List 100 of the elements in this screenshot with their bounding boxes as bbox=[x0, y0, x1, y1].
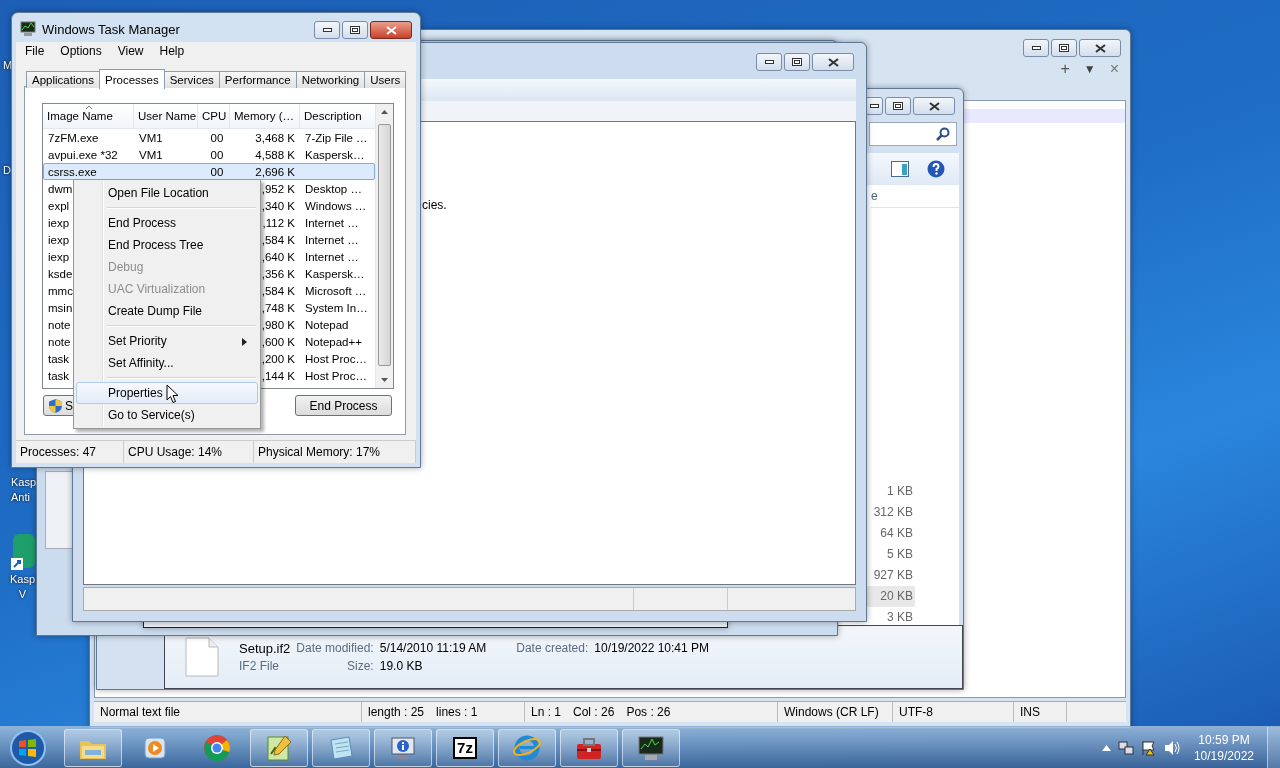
maximize-button[interactable] bbox=[885, 97, 911, 115]
menu-item[interactable]: Go to Service(s) bbox=[76, 404, 258, 426]
tab[interactable]: Applications bbox=[26, 71, 100, 88]
minimize-button[interactable] bbox=[1023, 39, 1049, 57]
field-value: 19.0 KB bbox=[379, 659, 424, 673]
scroll-up-icon[interactable] bbox=[381, 110, 388, 114]
menu-item[interactable]: Open File Location bbox=[76, 182, 258, 204]
clock[interactable]: 10:59 PM 10/19/2022 bbox=[1193, 731, 1254, 764]
status-text: INS bbox=[1020, 705, 1040, 719]
close-button[interactable] bbox=[370, 21, 412, 39]
column-header[interactable]: Image Name bbox=[43, 104, 134, 128]
status-text: Normal text file bbox=[100, 705, 181, 719]
column-header[interactable]: e bbox=[871, 189, 878, 203]
menu-item[interactable]: End Process Tree bbox=[76, 234, 258, 256]
file-icon bbox=[185, 637, 219, 677]
column-header[interactable]: Memory (… bbox=[230, 104, 300, 128]
show-hidden-icons-icon[interactable] bbox=[1101, 744, 1111, 751]
desktop-icon-label[interactable]: D bbox=[3, 163, 11, 178]
close-button[interactable] bbox=[812, 53, 854, 71]
table-cell: ,600 K bbox=[261, 335, 295, 348]
menu-item[interactable]: Help bbox=[150, 42, 192, 61]
menu-item[interactable]: File bbox=[16, 42, 52, 61]
close-button[interactable] bbox=[1079, 39, 1121, 57]
process-row[interactable]: avpui.exe *32 VM1 00 4,588 K Kaspersk… bbox=[43, 146, 375, 163]
desktop-icon-label[interactable]: V bbox=[18, 587, 27, 602]
preview-pane-icon[interactable] bbox=[891, 161, 909, 177]
field-value: 10/19/2022 10:41 PM bbox=[594, 641, 710, 655]
add-tab-button[interactable]: + bbox=[1057, 60, 1073, 78]
status-text: CPU Usage: 14% bbox=[124, 441, 254, 463]
close-icon bbox=[827, 57, 839, 67]
table-cell: ,584 K bbox=[261, 284, 295, 297]
desktop-icon-label[interactable]: Kasp bbox=[10, 572, 36, 587]
shield-icon bbox=[48, 397, 63, 414]
column-header[interactable]: CPU bbox=[198, 104, 230, 128]
maximize-button[interactable] bbox=[784, 53, 810, 71]
taskbar-button[interactable]: 7z bbox=[436, 728, 494, 767]
speaker-icon[interactable] bbox=[1163, 739, 1181, 756]
menu-item[interactable]: Options bbox=[51, 42, 109, 61]
status-text: Windows (CR LF) bbox=[784, 705, 879, 719]
file-size: 5 KB bbox=[886, 546, 914, 563]
table-cell: 3,468 K bbox=[255, 131, 295, 144]
table-cell: VM1 bbox=[139, 131, 163, 144]
close-button[interactable] bbox=[913, 97, 955, 115]
field-label: Date created: bbox=[515, 641, 589, 655]
minimize-button[interactable] bbox=[314, 21, 340, 39]
table-cell: Notepad++ bbox=[305, 335, 362, 348]
tab[interactable]: Users bbox=[364, 71, 407, 88]
network-icon[interactable] bbox=[1117, 739, 1134, 756]
table-cell: Host Proc… bbox=[305, 369, 367, 382]
table-cell: Windows … bbox=[305, 199, 367, 212]
submenu-arrow-icon bbox=[242, 338, 247, 346]
app-shortcut-icon[interactable] bbox=[10, 532, 35, 572]
column-header[interactable]: User Name bbox=[134, 104, 198, 128]
process-row[interactable]: 7zFM.exe VM1 00 3,468 K 7-Zip File … bbox=[43, 129, 375, 146]
desktop-icon-label[interactable]: M bbox=[3, 58, 13, 73]
tab[interactable]: Networking bbox=[295, 71, 366, 88]
table-cell: Internet … bbox=[305, 250, 359, 263]
minimize-icon bbox=[1031, 46, 1041, 50]
table-cell: 2,696 K bbox=[255, 165, 295, 178]
tab[interactable]: Performance bbox=[218, 71, 297, 88]
scroll-down-icon[interactable] bbox=[381, 378, 388, 382]
menu-item[interactable]: End Process bbox=[76, 212, 258, 234]
tab[interactable]: Processes bbox=[99, 69, 165, 89]
search-field[interactable] bbox=[869, 122, 957, 146]
notepad-pen-icon bbox=[265, 733, 293, 762]
table-cell: Notepad bbox=[305, 318, 349, 331]
minimize-button[interactable] bbox=[756, 53, 782, 71]
menu-item[interactable]: Create Dump File bbox=[76, 300, 258, 322]
menu-item[interactable]: Set Priority bbox=[76, 330, 258, 352]
end-process-button[interactable]: End Process bbox=[295, 395, 392, 416]
table-cell: avpui.exe *32 bbox=[48, 148, 118, 161]
menu-item[interactable]: View bbox=[108, 42, 151, 61]
browser-icon bbox=[512, 733, 542, 762]
scrollbar[interactable] bbox=[375, 104, 393, 388]
maximize-button[interactable] bbox=[342, 21, 368, 39]
status-text: Ln : 1 bbox=[531, 705, 562, 719]
menu-item[interactable]: Set Affinity... bbox=[76, 352, 258, 374]
tab-list-button[interactable]: ▼ bbox=[1080, 60, 1099, 78]
help-icon[interactable] bbox=[927, 160, 945, 178]
close-tab-button[interactable]: × bbox=[1106, 60, 1122, 78]
minimize-icon bbox=[322, 28, 332, 32]
status-text: Pos : 26 bbox=[626, 705, 671, 719]
table-cell: Internet … bbox=[305, 233, 359, 246]
flag-warning-icon[interactable] bbox=[1140, 739, 1157, 756]
taskbar-button[interactable] bbox=[622, 728, 680, 767]
menu-item[interactable]: Properties bbox=[76, 382, 258, 404]
file-size: 312 KB bbox=[872, 504, 914, 521]
table-cell: ,200 K bbox=[261, 352, 295, 365]
status-text: length : 25 bbox=[368, 705, 425, 719]
process-row[interactable]: csrss.exe 00 2,696 K bbox=[43, 163, 375, 180]
file-size: 20 KB bbox=[866, 586, 915, 607]
table-cell: 7zFM.exe bbox=[48, 131, 99, 144]
desktop-icon-label[interactable]: Anti bbox=[11, 490, 30, 505]
desktop-icon-label[interactable]: Kasp bbox=[11, 475, 37, 490]
tab[interactable]: Services bbox=[163, 71, 220, 88]
close-icon bbox=[1094, 43, 1106, 53]
show-desktop-button[interactable] bbox=[1267, 727, 1280, 768]
table-cell: csrss.exe bbox=[48, 165, 97, 178]
maximize-button[interactable] bbox=[1051, 39, 1077, 57]
search-icon bbox=[936, 127, 950, 141]
